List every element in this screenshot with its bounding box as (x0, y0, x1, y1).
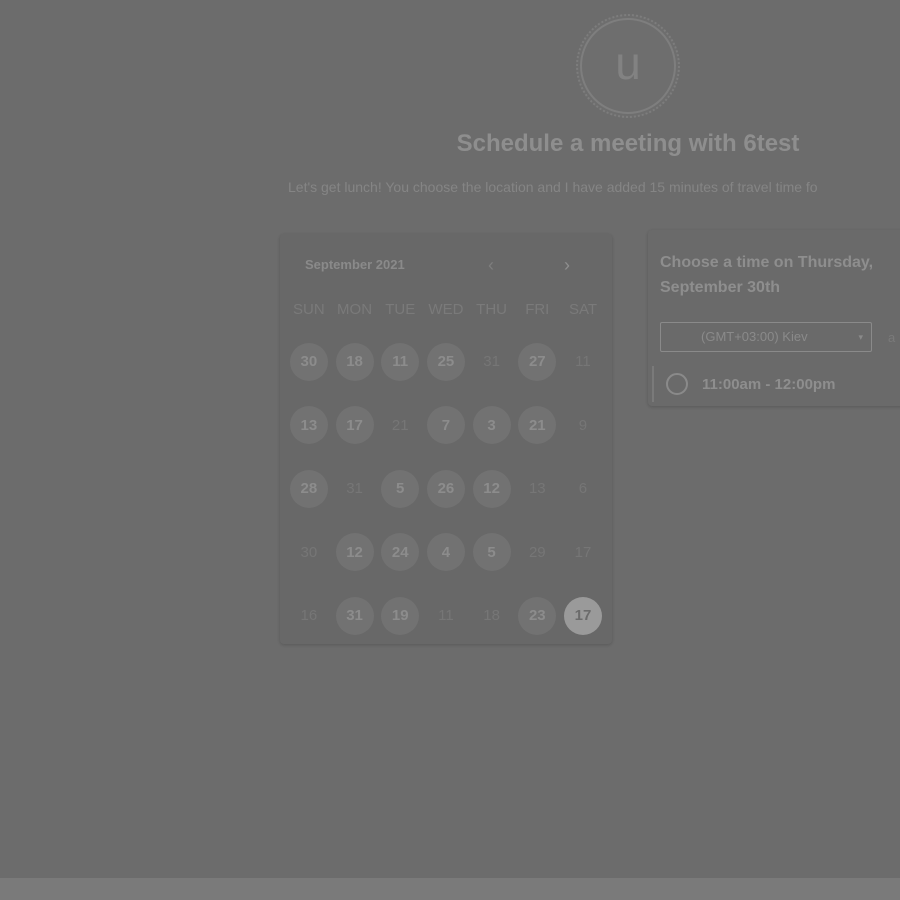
day-cell: 19 (377, 584, 423, 644)
day-cell: 17 (332, 394, 378, 458)
day-cell: 21 (514, 394, 560, 458)
time-slot[interactable]: 11:00am - 12:00pm (652, 366, 900, 402)
time-slot-label: 11:00am - 12:00pm (702, 375, 836, 393)
calendar-day[interactable]: 30 (289, 342, 328, 381)
calendar-day[interactable]: 12 (335, 533, 374, 572)
weekday-sat: SAT (568, 301, 597, 318)
calendar-day[interactable]: 27 (518, 342, 557, 381)
day-cell: 16 (286, 584, 332, 644)
calendar-day: 17 (574, 543, 592, 561)
day-cell: 27 (514, 330, 560, 394)
calendar-day: 29 (528, 543, 546, 561)
calendar-card: September 2021 ‹ › SUN MON TUE WED THU FRI SAT… (280, 234, 612, 644)
calendar-day: 13 (528, 480, 546, 498)
calendar-day: 11 (438, 607, 454, 625)
page-title: Schedule a meeting with 6test (456, 130, 800, 157)
time-heading: Choose a time on Thursday, September 30t… (660, 254, 874, 296)
weekday-header: SUN MON TUE WED THU FRI SAT (286, 301, 606, 318)
calendar-day: 11 (575, 353, 591, 371)
day-cell: 31 (332, 457, 378, 521)
calendar-day[interactable]: 17 (335, 406, 374, 445)
day-cell: 28 (286, 457, 332, 521)
calendar-day[interactable]: 5 (381, 469, 420, 508)
weekday-wed: WED (428, 301, 464, 318)
calendar-day[interactable]: 18 (335, 342, 374, 381)
day-cell: 17 (560, 584, 606, 644)
day-cell: 30 (286, 521, 332, 585)
calendar-day[interactable]: 13 (289, 406, 328, 445)
chevron-right-icon[interactable]: › (556, 254, 578, 276)
calendar-day: 9 (578, 416, 588, 434)
day-cell: 23 (514, 584, 560, 644)
day-cell: 12 (469, 457, 515, 521)
day-cell: 12 (332, 521, 378, 585)
timezone-value: (GMT+03:00) Kiev (701, 329, 808, 344)
timezone-select[interactable]: (GMT+03:00) Kiev ▾ (660, 322, 872, 352)
day-cell: 11 (560, 330, 606, 394)
weekday-mon: MON (337, 301, 373, 318)
day-grid: 30 18 11 25 31 27 11 13 17 21 7 3 21 9 28 31 5 26 12 13 6 30 1… (286, 330, 606, 644)
calendar-day[interactable]: 11 (381, 342, 420, 381)
calendar-day: 18 (483, 607, 500, 625)
page: u Schedule a meeting with 6test Let's ge… (0, 0, 900, 900)
day-cell: 30 (286, 330, 332, 394)
radio-icon[interactable] (666, 373, 688, 395)
calendar-day[interactable]: 24 (381, 533, 420, 572)
calendar-day[interactable]: 7 (426, 406, 465, 445)
calendar-day[interactable]: 23 (518, 596, 557, 635)
calendar-day[interactable]: 4 (426, 533, 465, 572)
avatar-letter: u (580, 18, 676, 114)
day-cell: 6 (560, 457, 606, 521)
day-cell: 5 (377, 457, 423, 521)
weekday-sun: SUN (293, 301, 325, 318)
calendar-day[interactable]: 28 (289, 469, 328, 508)
day-cell: 11 (423, 584, 469, 644)
weekday-thu: THU (476, 301, 507, 318)
day-cell: 24 (377, 521, 423, 585)
calendar-day[interactable]: 26 (426, 469, 465, 508)
day-cell: 21 (377, 394, 423, 458)
day-cell: 31 (469, 330, 515, 394)
day-cell: 17 (560, 521, 606, 585)
calendar-day[interactable]: 25 (426, 342, 465, 381)
day-cell: 26 (423, 457, 469, 521)
timezone-extra: a (888, 330, 896, 345)
calendar-day[interactable]: 19 (381, 596, 420, 635)
day-cell: 18 (332, 330, 378, 394)
day-cell: 25 (423, 330, 469, 394)
day-cell: 29 (514, 521, 560, 585)
chevron-left-icon[interactable]: ‹ (480, 254, 502, 276)
day-cell: 5 (469, 521, 515, 585)
weekday-fri: FRI (525, 301, 550, 318)
day-cell: 11 (377, 330, 423, 394)
day-cell: 9 (560, 394, 606, 458)
chevron-down-icon: ▾ (858, 332, 863, 342)
calendar-day[interactable]: 12 (472, 469, 511, 508)
bottom-bar (0, 878, 900, 900)
calendar-day: 21 (391, 416, 409, 434)
selected-day[interactable]: 17 (563, 596, 602, 635)
month-label: September 2021 (305, 257, 405, 272)
calendar-day[interactable]: 21 (518, 406, 557, 445)
day-cell: 7 (423, 394, 469, 458)
calendar-day: 30 (300, 543, 318, 561)
time-card: Choose a time on Thursday, September 30t… (648, 230, 900, 406)
calendar-day[interactable]: 5 (472, 533, 511, 572)
avatar: u (576, 14, 680, 118)
day-cell: 4 (423, 521, 469, 585)
weekday-tue: TUE (385, 301, 416, 318)
calendar-day: 31 (483, 353, 500, 371)
calendar-day[interactable]: 3 (472, 406, 511, 445)
calendar-day[interactable]: 31 (335, 596, 374, 635)
page-subtitle: Let's get lunch! You choose the location… (288, 179, 818, 195)
calendar-day: 6 (578, 480, 588, 498)
day-cell: 13 (286, 394, 332, 458)
calendar-day: 31 (346, 480, 363, 498)
day-cell: 31 (332, 584, 378, 644)
day-cell: 18 (469, 584, 515, 644)
day-cell: 13 (514, 457, 560, 521)
calendar-day: 16 (300, 607, 318, 625)
day-cell: 3 (469, 394, 515, 458)
